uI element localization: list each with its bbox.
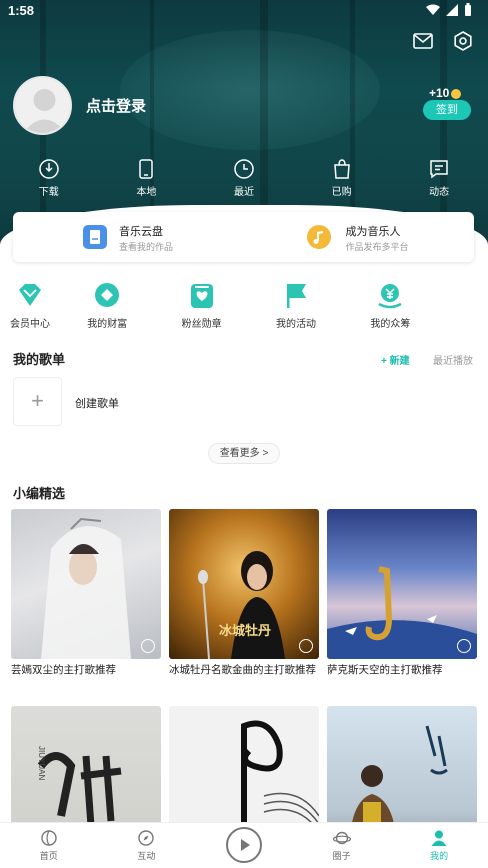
quick-link-label: 下载 <box>38 187 59 198</box>
medal-icon <box>190 284 213 308</box>
pick-card[interactable]: 冰城牡丹 冰城牡丹名歌金曲的主打歌推荐 <box>169 509 319 677</box>
clock-icon <box>234 159 254 179</box>
feature-label: 粉丝勋章 <box>181 319 222 330</box>
signin-bonus-text: +10 <box>429 86 450 100</box>
music-cloud-subtitle: 查看我的作品 <box>119 242 174 252</box>
quick-link-label: 动态 <box>429 187 450 198</box>
pick-cover: 冰城牡丹 <box>169 509 319 659</box>
plus-icon: + <box>31 388 44 413</box>
cloud-disk-icon <box>83 225 107 249</box>
recent-played-button[interactable]: 最近播放 <box>433 352 473 367</box>
player-ring <box>226 827 263 863</box>
wifi-icon <box>426 4 440 15</box>
tab-mine[interactable]: 我的 <box>390 823 488 868</box>
create-playlist-label[interactable]: 创建歌单 <box>75 395 119 411</box>
login-link[interactable]: 点击登录 <box>86 95 146 116</box>
status-bar: 1:58 <box>0 0 488 22</box>
tab-home[interactable]: 首页 <box>0 823 98 868</box>
mail-icon[interactable] <box>412 30 434 52</box>
signin-widget[interactable]: +10 签到 <box>423 86 473 122</box>
pick-caption: 萨克斯天空的主打歌推荐 <box>327 664 443 676</box>
feature-label: 我的活动 <box>275 319 316 330</box>
feature-crowdfunding[interactable]: 我的众筹 <box>343 282 437 332</box>
cover-art-saxophone <box>327 566 477 659</box>
become-musician-entry[interactable]: 成为音乐人 作品发布多平台 <box>244 212 475 262</box>
play-icon <box>241 839 251 851</box>
create-playlist-button[interactable]: + <box>13 377 62 426</box>
play-count-icon <box>299 639 313 653</box>
signal-icon <box>446 3 458 16</box>
quick-link-recent[interactable]: 最近 <box>195 158 293 198</box>
home-icon <box>41 830 57 846</box>
quick-link-label: 已购 <box>331 187 352 198</box>
planet-icon <box>332 831 351 845</box>
header-glow <box>120 30 380 150</box>
quick-link-download[interactable]: 下载 <box>0 158 98 198</box>
new-playlist-button[interactable]: + 新建 <box>381 352 410 367</box>
settings-icon[interactable] <box>452 30 474 52</box>
phone-icon <box>139 159 154 179</box>
cover-art-veiled-woman <box>41 517 131 659</box>
tab-label: 我的 <box>430 851 449 861</box>
diamond-icon <box>19 284 41 306</box>
my-playlists-title: 我的歌单 <box>13 352 66 367</box>
pick-cover <box>327 509 477 659</box>
crowdfund-icon <box>378 284 402 309</box>
download-icon <box>39 159 59 179</box>
status-time: 1:58 <box>8 3 35 18</box>
avatar[interactable] <box>13 76 72 135</box>
bag-icon <box>333 159 350 179</box>
bottom-tab-bar: 首页 互动 圈子 我的 <box>0 822 488 868</box>
feature-label: 会员中心 <box>10 319 50 330</box>
pick-caption: 芸嫣双尘的主打歌推荐 <box>11 664 116 676</box>
signin-button[interactable]: 签到 <box>423 100 471 120</box>
feature-wealth[interactable]: 我的财富 <box>60 282 154 332</box>
view-more-button[interactable]: 查看更多 > <box>208 443 280 464</box>
feature-fan-medal[interactable]: 粉丝勋章 <box>154 282 248 332</box>
quick-links-row: 下载 本地 最近 已购 动态 <box>0 158 488 198</box>
quick-link-feed[interactable]: 动态 <box>390 158 488 198</box>
tab-label: 互动 <box>137 851 156 861</box>
pick-caption: 冰城牡丹名歌金曲的主打歌推荐 <box>169 664 316 676</box>
musician-subtitle: 作品发布多平台 <box>345 242 409 252</box>
music-note-icon <box>306 225 331 249</box>
music-cloud-entry[interactable]: 音乐云盘 查看我的作品 <box>13 212 244 262</box>
music-cloud-title: 音乐云盘 <box>119 226 163 238</box>
musician-title: 成为音乐人 <box>345 226 401 238</box>
feature-label: 我的财富 <box>87 319 128 330</box>
play-count-icon <box>141 639 155 653</box>
features-row: 会员中心 我的财富 粉丝勋章 我的活动 我的众筹 <box>0 282 488 332</box>
cloud-card: 音乐云盘 查看我的作品 成为音乐人 作品发布多平台 <box>13 212 474 262</box>
play-count-icon <box>457 639 471 653</box>
tab-label: 首页 <box>39 851 58 861</box>
person-icon <box>431 830 447 846</box>
compass-icon <box>138 830 155 846</box>
wealth-icon <box>95 283 120 307</box>
pick-card[interactable]: 芸嫣双尘的主打歌推荐 <box>11 509 161 677</box>
quick-link-label: 最近 <box>233 187 254 198</box>
signin-bonus-badge: +10 <box>429 86 462 100</box>
tab-label: 圈子 <box>332 851 351 861</box>
battery-icon <box>465 3 471 16</box>
flag-icon <box>286 284 306 308</box>
cover-title-text: 冰城牡丹 <box>219 623 272 638</box>
feature-activities[interactable]: 我的活动 <box>249 282 343 332</box>
pick-card[interactable]: 萨克斯天空的主打歌推荐 <box>327 509 477 677</box>
coin-icon <box>451 88 462 99</box>
tab-player[interactable] <box>195 823 293 868</box>
quick-link-purchased[interactable]: 已购 <box>293 158 391 198</box>
editor-picks-title: 小编精选 <box>13 486 66 501</box>
cover-title-text: JIUYUAN <box>37 746 46 781</box>
tab-interact[interactable]: 互动 <box>98 823 196 868</box>
feature-label: 我的众筹 <box>370 319 411 330</box>
tab-circles[interactable]: 圈子 <box>293 823 391 868</box>
message-icon <box>430 160 448 179</box>
quick-link-label: 本地 <box>136 187 157 198</box>
pick-cover <box>11 509 161 659</box>
feature-membership[interactable]: 会员中心 <box>0 282 60 332</box>
quick-link-local[interactable]: 本地 <box>98 158 196 198</box>
